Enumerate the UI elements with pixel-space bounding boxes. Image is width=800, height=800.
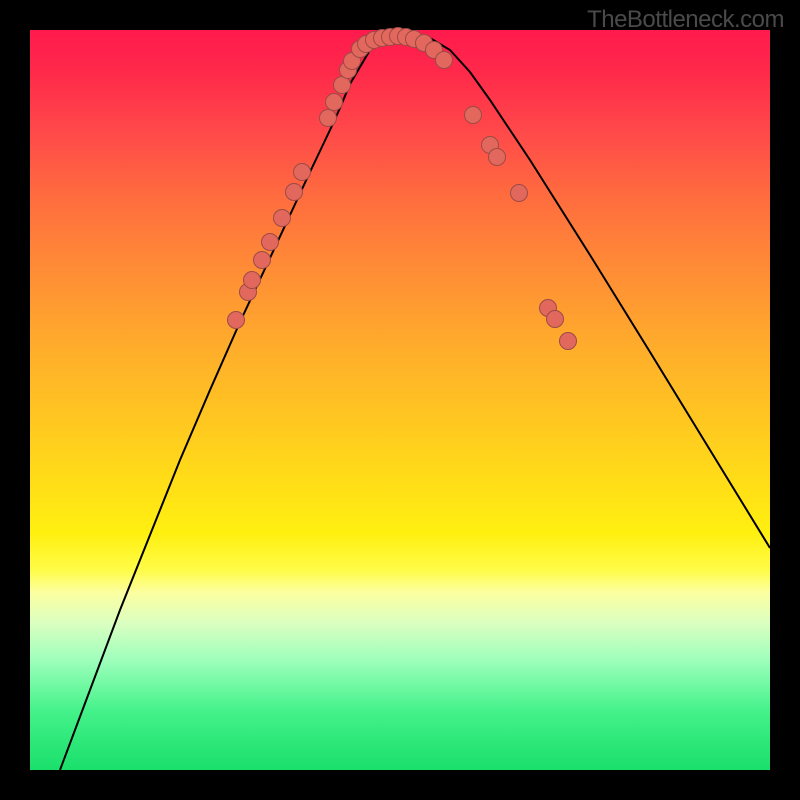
curve-marker — [228, 312, 245, 329]
curve-marker — [286, 184, 303, 201]
watermark-text: TheBottleneck.com — [587, 6, 784, 34]
curve-marker — [334, 77, 351, 94]
curve-marker — [547, 311, 564, 328]
curve-markers — [228, 28, 577, 350]
curve-marker — [274, 210, 291, 227]
curve-marker — [244, 272, 261, 289]
curve-marker — [560, 333, 577, 350]
bottleneck-curve-path — [60, 36, 770, 770]
curve-marker — [320, 110, 337, 127]
curve-marker — [326, 94, 343, 111]
curve-marker — [294, 164, 311, 181]
curve-marker — [262, 234, 279, 251]
bottleneck-curve-svg — [30, 30, 770, 770]
chart-frame: TheBottleneck.com — [0, 0, 800, 800]
curve-marker — [436, 52, 453, 69]
curve-marker — [511, 185, 528, 202]
curve-marker — [254, 252, 271, 269]
curve-marker — [489, 149, 506, 166]
curve-marker — [465, 107, 482, 124]
